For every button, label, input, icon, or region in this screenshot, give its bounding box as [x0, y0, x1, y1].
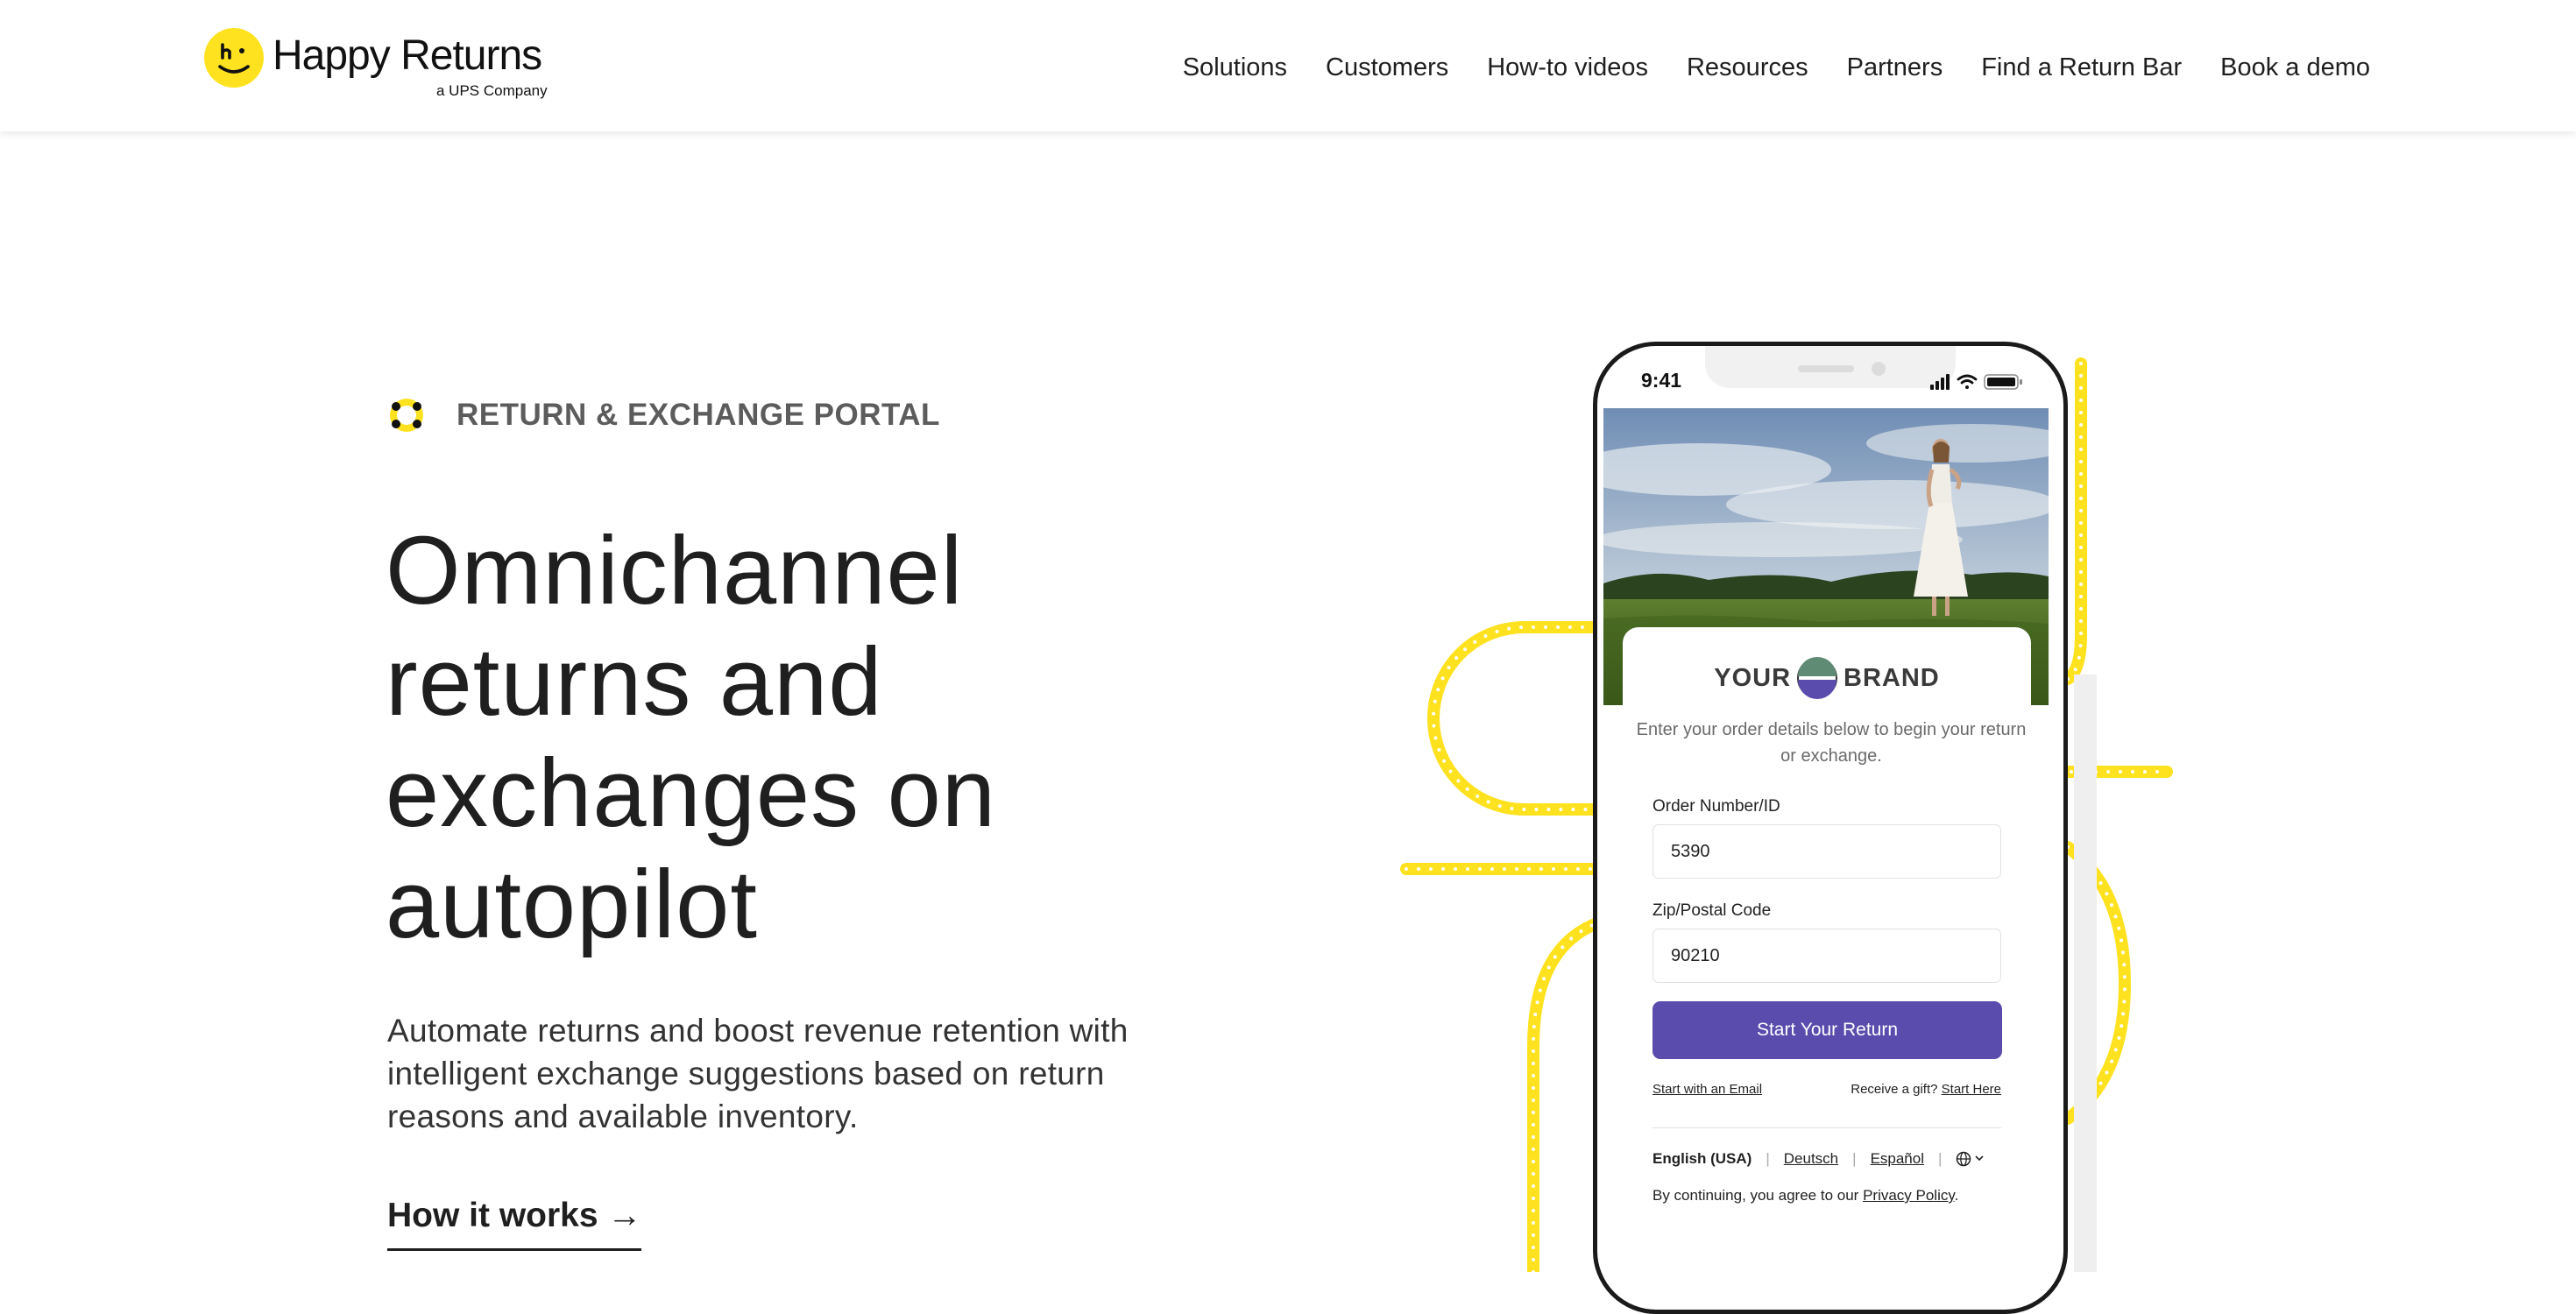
site-header: Happy Returns a UPS Company Solutions Cu…	[0, 0, 2576, 131]
wifi-icon	[1957, 374, 1978, 389]
battery-icon	[1984, 374, 2022, 390]
headline-line: autopilot	[386, 851, 758, 958]
nav-customers[interactable]: Customers	[1326, 48, 1448, 87]
eyebrow-label: RETURN & EXCHANGE PORTAL	[456, 398, 940, 432]
headline-line: Omnichannel	[386, 517, 964, 625]
brand-word-right: BRAND	[1844, 663, 1940, 692]
language-english[interactable]: English (USA)	[1652, 1150, 1752, 1168]
nav-resources[interactable]: Resources	[1687, 48, 1808, 87]
brand-name: Happy Returns	[272, 32, 542, 79]
smiley-face-icon	[204, 28, 264, 88]
alt-start-links: Start with an Email Receive a gift? Star…	[1652, 1082, 2001, 1097]
nav-solutions[interactable]: Solutions	[1183, 48, 1287, 87]
language-selector: English (USA) | Deutsch | Español |	[1652, 1150, 2001, 1168]
happy-returns-logo[interactable]: Happy Returns a UPS Company	[204, 28, 555, 103]
hero-subtext: Automate returns and boost revenue reten…	[387, 1013, 1129, 1134]
separator: |	[1852, 1150, 1857, 1167]
chevron-down-icon	[1975, 1155, 1984, 1162]
hero-headline: Omnichannel returns and exchanges on aut…	[386, 515, 1174, 960]
status-time: 9:41	[1641, 369, 1682, 392]
language-espanol[interactable]: Español	[1871, 1150, 1924, 1168]
order-number-label: Order Number/ID	[1652, 797, 1780, 816]
phone-shadow	[2074, 675, 2097, 1272]
start-your-return-button[interactable]: Start Your Return	[1652, 1001, 2002, 1059]
globe-icon[interactable]	[1956, 1151, 1985, 1167]
phone-notch	[1705, 346, 1956, 388]
ring-dots-icon	[390, 399, 423, 432]
start-here-link[interactable]: Start Here	[1942, 1082, 2001, 1097]
half-circle-logo-icon	[1797, 657, 1838, 699]
signal-bars-icon	[1930, 374, 1950, 390]
zip-code-input[interactable]	[1652, 929, 2001, 983]
period: .	[1954, 1187, 1959, 1204]
separator: |	[1766, 1150, 1770, 1167]
consent-text: By continuing, you agree to our Privacy …	[1652, 1187, 2003, 1204]
brand-word-left: YOUR	[1714, 663, 1792, 692]
headline-line: returns and	[386, 628, 883, 736]
how-it-works-link[interactable]: How it works →	[387, 1194, 642, 1251]
nav-partners[interactable]: Partners	[1847, 48, 1943, 87]
section-eyebrow: RETURN & EXCHANGE PORTAL	[387, 393, 940, 437]
order-number-input[interactable]	[1652, 824, 2001, 879]
gift-prompt: Receive a gift? Start Here	[1851, 1082, 2001, 1097]
gift-text: Receive a gift?	[1851, 1082, 1938, 1097]
status-icons	[1930, 374, 2022, 390]
headline-line: exchanges on	[386, 739, 996, 847]
camera-dot	[1872, 362, 1886, 376]
phone-mockup: 9:41 YOUR BRAND Enter your order details…	[1593, 342, 2068, 1314]
separator: |	[1938, 1150, 1943, 1167]
start-with-email-link[interactable]: Start with an Email	[1652, 1082, 1762, 1097]
language-deutsch[interactable]: Deutsch	[1784, 1150, 1838, 1168]
consent-prefix: By continuing, you agree to our	[1652, 1187, 1859, 1204]
nav-find-a-return-bar[interactable]: Find a Return Bar	[1981, 48, 2182, 87]
portal-intro-text: Enter your order details below to begin …	[1636, 720, 2027, 766]
zip-code-label: Zip/Postal Code	[1652, 901, 1772, 920]
nav-how-to-videos[interactable]: How-to videos	[1487, 48, 1648, 87]
your-brand-logo: YOUR BRAND	[1623, 653, 2031, 703]
divider	[1652, 1127, 2001, 1128]
privacy-policy-link[interactable]: Privacy Policy	[1863, 1187, 1955, 1204]
nav-book-a-demo[interactable]: Book a demo	[2220, 48, 2370, 87]
speaker-grille	[1798, 365, 1854, 372]
brand-tagline: a UPS Company	[436, 82, 548, 99]
main-nav: Solutions Customers How-to videos Resour…	[1183, 48, 2370, 87]
